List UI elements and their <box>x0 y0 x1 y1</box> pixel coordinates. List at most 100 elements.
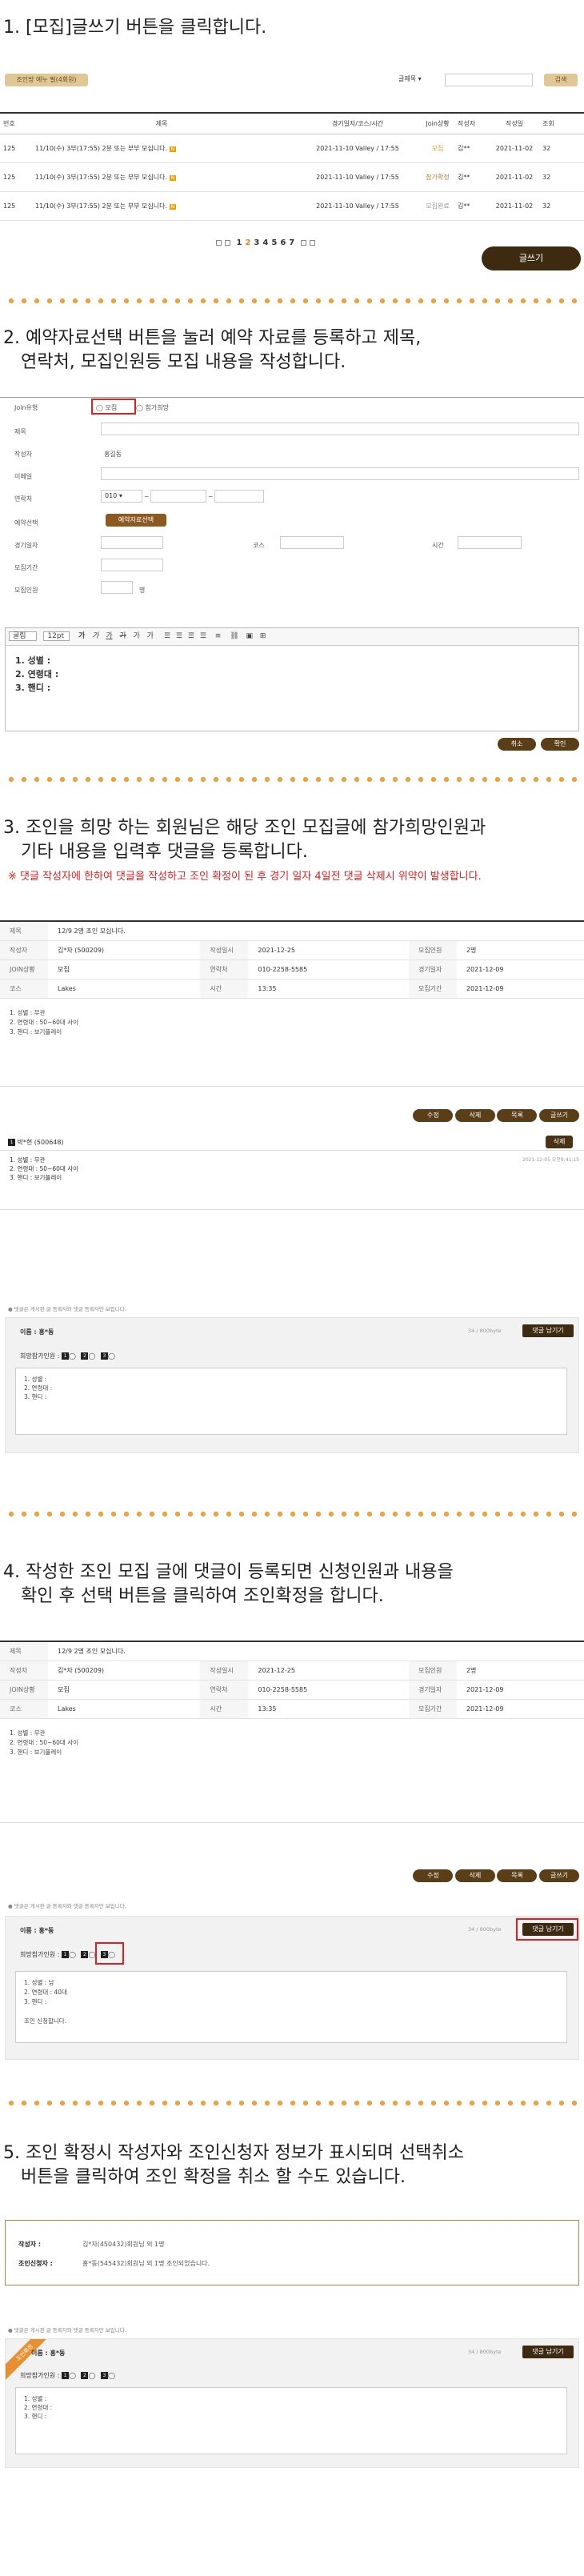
table-row[interactable]: 125 11/10(수) 3부(17:55) 2분 또는 부부 모십니다. N 20… <box>0 162 584 191</box>
radio-join[interactable]: ◯ 참가희망 <box>136 403 169 412</box>
list-button[interactable]: 목록 <box>497 1869 538 1882</box>
reply-textarea[interactable]: 1. 성별 :2. 연령대 :3. 핸디 : <box>15 1368 567 1435</box>
reply-save-button[interactable]: 댓글 남기기 <box>522 2346 574 2358</box>
radio-option[interactable]: ◯ <box>108 2372 115 2379</box>
table-icon[interactable]: ⊞ <box>260 632 266 640</box>
table-row[interactable]: 125 11/10(수) 3부(17:55) 2분 또는 부부 모십니다. N 20… <box>0 134 584 162</box>
comment-number: 1 <box>8 1139 15 1146</box>
reply-save-button[interactable]: 댓글 남기기 <box>522 1923 574 1936</box>
phone-mid-input[interactable] <box>150 490 206 503</box>
radio-option[interactable]: ◯ <box>108 1352 115 1360</box>
page-link[interactable]: 6 <box>280 238 286 247</box>
date-input[interactable] <box>101 536 163 549</box>
editor[interactable]: 굴림 12pt 가 가 가 가 가 가 ☰ ☰ ☰ ☰ ≡ ⛓ ▣ ⊞ 1. 성… <box>5 627 579 731</box>
prev-page-icon[interactable] <box>225 239 230 246</box>
strike-icon[interactable]: 가 <box>119 632 126 640</box>
list-icon[interactable]: ≡ <box>215 632 222 640</box>
step-4: 4. 작성한 조인 모집 글에 댓글이 등록되면 신청인원과 내용을 확인 후 … <box>3 1562 454 1606</box>
people-choice: 희망참가인원 : 1 ◯ 2 ◯ 3 ◯ <box>20 2372 115 2379</box>
time-input[interactable] <box>458 536 522 549</box>
page-link[interactable]: 4 <box>262 238 268 247</box>
radio-option[interactable]: ◯ <box>108 1951 115 1958</box>
link-icon[interactable]: ⛓ <box>230 632 238 640</box>
detail-table: 제목 12/9 2명 조인 모십니다. 작성자 김*자 (500209) 작성일시 20… <box>0 920 584 999</box>
comment-author: 박*현 (500648) <box>17 1139 64 1146</box>
confirm-author: 김*자(450432)회원님 외 1명 <box>82 2241 165 2248</box>
filter-button[interactable]: 조인방 예누 필(4회원) <box>5 74 88 86</box>
font-select[interactable]: 굴림 <box>9 631 37 641</box>
reserve-select-button[interactable]: 예약자료선택 <box>106 514 166 527</box>
page-link[interactable]: 3 <box>254 238 259 247</box>
confirm-button[interactable]: 확인 <box>541 738 579 751</box>
new-icon: N <box>169 174 177 181</box>
write-button[interactable]: 글쓰기 <box>482 246 581 270</box>
write-button[interactable]: 글쓰기 <box>539 1869 579 1882</box>
period-input[interactable] <box>101 559 163 571</box>
bold-icon[interactable]: 가 <box>78 632 85 640</box>
confirm-info-box: 작성자 : 김*자(450432)회원님 외 1명 조인신청자 : 홍*동(54… <box>5 2220 579 2286</box>
radio-option[interactable]: ◯ <box>88 2372 95 2379</box>
step-number: 1. <box>3 18 20 38</box>
editor-toolbar: 굴림 12pt 가 가 가 가 가 가 ☰ ☰ ☰ ☰ ≡ ⛓ ▣ ⊞ <box>6 628 578 646</box>
people-input[interactable] <box>101 581 133 594</box>
title-input[interactable] <box>101 423 579 435</box>
last-page-icon[interactable] <box>309 239 315 246</box>
new-icon: N <box>169 146 177 152</box>
reply-textarea[interactable]: 1. 성별 :2. 연령대 :3. 핸디 : <box>15 2387 567 2454</box>
write-button[interactable]: 글쓰기 <box>539 1109 579 1122</box>
reply-textarea[interactable]: 1. 성별 : 남 2. 연령대 : 40대 3. 핸디 : 조인 신청합니다. <box>15 1971 567 2043</box>
step-title: 조인 확정시 작성자와 조인신청자 정보가 표시되며 선택취소 <box>26 2143 464 2163</box>
radio-option[interactable]: ◯ <box>88 1352 95 1360</box>
phone-prefix-select[interactable]: 010 ▾ <box>101 490 142 503</box>
comment-date: 2021-12-05 오전9:41:15 <box>522 1157 579 1163</box>
radio-option[interactable]: ◯ <box>69 1352 76 1360</box>
reply-form: 이름 : 홍*동 34 / 800byte 댓글 남기기 희망참가인원 : 1 ◯… <box>5 1916 579 2060</box>
edit-button[interactable]: 수정 <box>413 1869 454 1882</box>
reply-save-button[interactable]: 댓글 남기기 <box>522 1324 574 1337</box>
page-link[interactable]: 5 <box>271 238 277 247</box>
radio-recruit[interactable]: ◯ 모집 <box>96 403 117 412</box>
first-page-icon[interactable] <box>216 239 222 246</box>
search-button[interactable]: 검색 <box>544 74 578 86</box>
table-row[interactable]: 125 11/10(수) 3부(17:55) 2분 또는 부부 모십니다. N 20… <box>0 191 584 220</box>
size-select[interactable]: 12pt <box>43 631 70 641</box>
list-button[interactable]: 목록 <box>497 1109 538 1122</box>
edit-button[interactable]: 수정 <box>413 1109 454 1122</box>
search-select[interactable]: 글제목 ▾ <box>395 74 440 86</box>
people-choice: 희망참가인원 : 1 ◯ 2 ◯ 3 ◯ <box>20 1951 115 1958</box>
search-input[interactable] <box>445 74 533 86</box>
align-right-icon[interactable]: ☰ <box>188 632 194 640</box>
confirm-joiner: 홍*동(545432)회원님 외 1명 조인되었습니다. <box>82 2260 210 2267</box>
delete-button[interactable]: 삭제 <box>454 1869 495 1882</box>
radio-option[interactable]: ◯ <box>69 1951 76 1958</box>
underline-icon[interactable]: 가 <box>106 632 112 640</box>
course-input[interactable] <box>280 536 344 549</box>
delete-button[interactable]: 삭제 <box>454 1109 495 1122</box>
color-icon[interactable]: 가 <box>134 632 140 640</box>
justify-icon[interactable]: ☰ <box>200 632 206 640</box>
detail-view: 제목 12/9 2명 조인 모십니다. 작성자 김*자 (500209) 작성일시 20… <box>0 1641 584 1823</box>
radio-option[interactable]: ◯ <box>88 1951 95 1958</box>
step-title: [모집]글쓰기 버튼을 클릭합니다. <box>26 18 267 38</box>
detail-body: 1. 성별 : 무관 2. 연령대 : 50~60대 사이 3. 핸디 : 보기플레… <box>0 1719 584 1823</box>
align-center-icon[interactable]: ☰ <box>176 632 182 640</box>
step-2: 2. 예약자료선택 버튼을 눌러 예약 자료를 등록하고 제목, 연락처, 모집… <box>3 328 422 372</box>
next-page-icon[interactable] <box>300 239 306 246</box>
italic-icon[interactable]: 가 <box>92 632 98 640</box>
page-link[interactable]: 2 <box>245 238 250 247</box>
author-value: 홍길동 <box>104 451 122 458</box>
page-link[interactable]: 1 <box>236 238 242 247</box>
page-link[interactable]: 7 <box>289 238 294 247</box>
phone-end-input[interactable] <box>214 490 264 503</box>
email-input[interactable] <box>101 467 579 480</box>
comment-delete-button[interactable]: 삭제 <box>546 1136 573 1148</box>
step-title: 조인을 희망 하는 회원님은 해당 조인 모집글에 참가희망인원과 <box>26 818 486 838</box>
radio-option[interactable]: ◯ <box>69 2372 76 2379</box>
image-icon[interactable]: ▣ <box>246 632 254 640</box>
reply-note: ● 댓글은 게시판 글 등록자와 댓글 등록자만 보입니다. <box>8 1306 126 1312</box>
align-left-icon[interactable]: ☰ <box>164 632 170 640</box>
bgcolor-icon[interactable]: 가 <box>147 632 154 640</box>
cancel-button[interactable]: 취소 <box>498 738 536 751</box>
step-1: 1. [모집]글쓰기 버튼을 클릭합니다. <box>0 16 584 40</box>
editor-body[interactable]: 1. 성별 :2. 연령대 :3. 핸디 : <box>6 646 578 703</box>
